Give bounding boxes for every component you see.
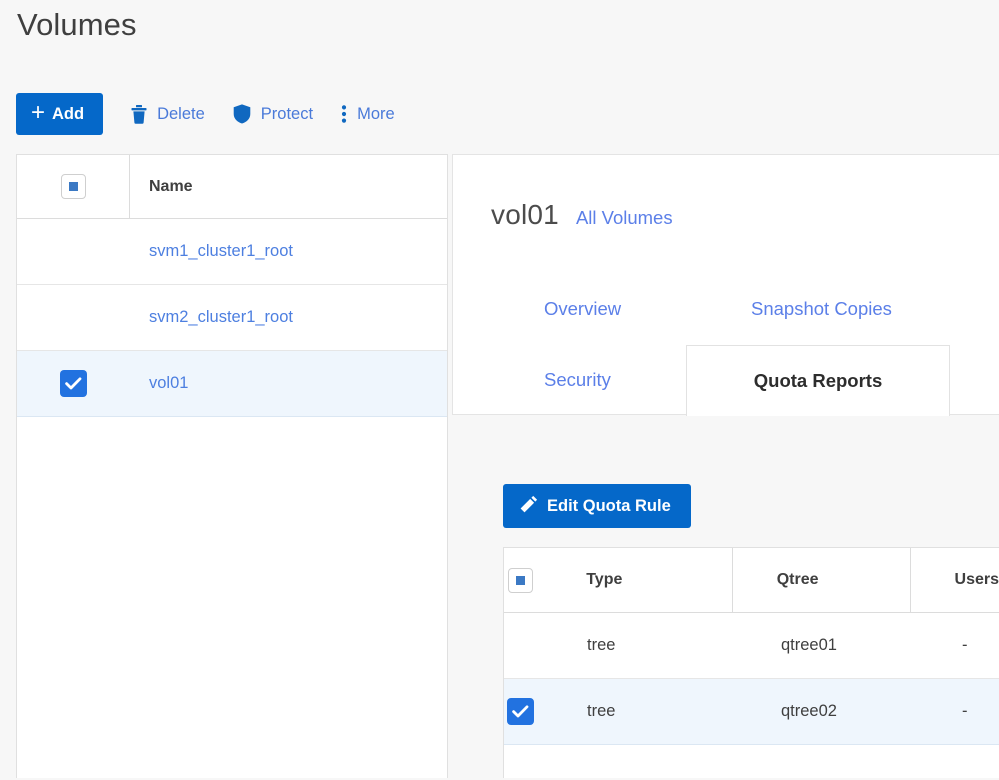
quota-table-header: Type Qtree Users bbox=[504, 548, 999, 613]
volumes-table-header: Name bbox=[17, 155, 447, 219]
kebab-menu-icon bbox=[341, 104, 347, 124]
delete-button[interactable]: Delete bbox=[131, 105, 205, 124]
tab-snapshot-copies[interactable]: Snapshot Copies bbox=[751, 298, 892, 320]
quota-qtree-cell: qtree02 bbox=[737, 679, 918, 744]
quota-type-cell: tree bbox=[537, 613, 737, 678]
plus-icon: + bbox=[31, 101, 45, 125]
quota-column-type: Type bbox=[536, 548, 733, 612]
quota-column-qtree: Qtree bbox=[733, 548, 911, 612]
detail-tabs: Overview Snapshot Copies Security Quota … bbox=[452, 276, 999, 416]
tab-overview[interactable]: Overview bbox=[544, 298, 621, 320]
volume-name-link[interactable]: vol01 bbox=[149, 374, 188, 393]
edit-quota-rule-label: Edit Quota Rule bbox=[547, 497, 671, 516]
detail-header: vol01 All Volumes bbox=[491, 199, 673, 231]
quota-type-cell: tree bbox=[537, 679, 737, 744]
detail-title: vol01 bbox=[491, 199, 559, 231]
shield-icon bbox=[233, 104, 251, 124]
table-row[interactable]: vol01 bbox=[17, 351, 447, 417]
row-checkbox-cell[interactable] bbox=[504, 679, 537, 744]
table-row[interactable]: svm1_cluster1_root bbox=[17, 219, 447, 285]
row-checkbox-cell[interactable] bbox=[17, 351, 130, 416]
volume-name-cell: vol01 bbox=[130, 351, 447, 416]
checkmark-icon bbox=[65, 377, 82, 390]
delete-button-label: Delete bbox=[157, 105, 205, 124]
trash-icon bbox=[131, 105, 147, 124]
table-row[interactable]: tree qtree02 - bbox=[504, 679, 999, 745]
volumes-column-name: Name bbox=[130, 155, 447, 218]
tab-quota-reports[interactable]: Quota Reports bbox=[686, 345, 950, 416]
table-row[interactable]: tree qtree01 - bbox=[504, 613, 999, 679]
row-checkbox-checked[interactable] bbox=[507, 698, 534, 725]
protect-button[interactable]: Protect bbox=[233, 104, 313, 124]
page-title: Volumes bbox=[17, 6, 137, 44]
volumes-table: Name svm1_cluster1_root svm2_cluster1_ro… bbox=[16, 154, 448, 778]
volume-name-link[interactable]: svm1_cluster1_root bbox=[149, 242, 293, 261]
add-button-label: Add bbox=[52, 105, 84, 124]
volume-name-cell: svm1_cluster1_root bbox=[130, 219, 447, 284]
protect-button-label: Protect bbox=[261, 105, 313, 124]
edit-quota-rule-button[interactable]: Edit Quota Rule bbox=[503, 484, 691, 528]
volume-name-cell: svm2_cluster1_root bbox=[130, 285, 447, 350]
row-checkbox-cell[interactable] bbox=[17, 219, 130, 284]
row-checkbox-cell[interactable] bbox=[504, 613, 537, 678]
volumes-select-all-checkbox[interactable] bbox=[61, 174, 86, 199]
all-volumes-link[interactable]: All Volumes bbox=[576, 207, 673, 229]
pencil-icon bbox=[520, 495, 538, 518]
row-checkbox-cell[interactable] bbox=[17, 285, 130, 350]
quota-users-cell: - bbox=[918, 613, 999, 678]
quota-column-users: Users bbox=[911, 548, 999, 612]
tab-security[interactable]: Security bbox=[544, 369, 611, 391]
volumes-table-empty-space bbox=[17, 417, 447, 780]
quota-reports-table: Type Qtree Users tree qtree01 - tree qtr… bbox=[503, 547, 999, 778]
add-button[interactable]: + Add bbox=[16, 93, 103, 135]
more-button[interactable]: More bbox=[341, 104, 395, 124]
table-row[interactable]: svm2_cluster1_root bbox=[17, 285, 447, 351]
quota-select-all-checkbox[interactable] bbox=[508, 568, 533, 593]
volume-name-link[interactable]: svm2_cluster1_root bbox=[149, 308, 293, 327]
quota-users-cell: - bbox=[918, 679, 999, 744]
quota-select-all-cell bbox=[504, 548, 536, 612]
volumes-toolbar: + Add Delete Protect bbox=[16, 92, 395, 136]
volumes-select-all-cell bbox=[17, 155, 130, 218]
quota-table-empty-space bbox=[504, 745, 999, 775]
quota-qtree-cell: qtree01 bbox=[737, 613, 918, 678]
more-button-label: More bbox=[357, 105, 395, 124]
row-checkbox-checked[interactable] bbox=[60, 370, 87, 397]
checkmark-icon bbox=[512, 705, 529, 718]
volumes-page: Volumes + Add Delete Protect bbox=[0, 0, 999, 778]
